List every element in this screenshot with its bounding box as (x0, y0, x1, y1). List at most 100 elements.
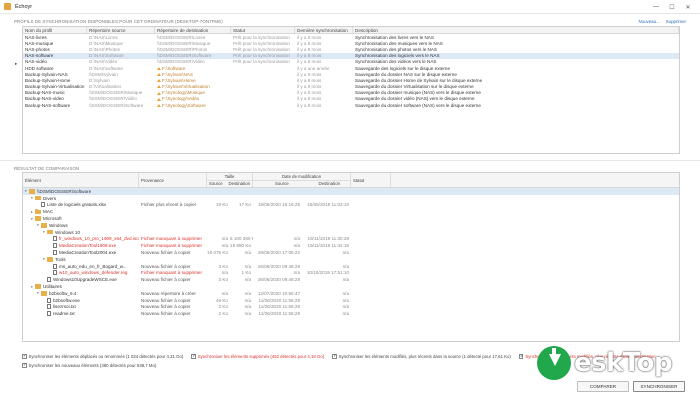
col-date[interactable]: Date de modification Source Destination (253, 173, 351, 187)
compare-element: ▸ MAC (23, 209, 139, 214)
profile-status: Prêt pour la synchronisation (233, 46, 290, 52)
profile-destination: F:\Software (155, 66, 231, 71)
profile-row[interactable]: Backup-Sylvain-Home D:\Sylvain F:\Sylvain\… (23, 77, 679, 83)
profile-row[interactable]: NAS-vidéo D:\NAS\Vidéo \\DSM\DOSSIER\Vidéo… (23, 59, 679, 65)
compare-row[interactable]: ▸ MAC (23, 208, 679, 215)
compare-size-destination: 1 Ko (241, 270, 251, 276)
profile-row[interactable]: NAS-livres D:\NAS\Livres \\DSM\DOSSIER\Liv… (23, 34, 679, 40)
checkbox-check-icon[interactable] (518, 353, 524, 359)
profile-destination-text: F:\Sylvain\NAS (162, 71, 193, 77)
file-icon (47, 297, 51, 303)
compare-row[interactable]: MediaCreationTool1909.exe Fichier manquan… (23, 242, 679, 249)
profile-last-sync: il y a 8 mois (297, 90, 322, 96)
col-profile-name[interactable]: Nom du profil (23, 27, 87, 33)
col-element[interactable]: Élément (23, 173, 139, 187)
profile-row[interactable]: NAS-software D:\NAS\Software \\DSM\DOSSIER… (23, 52, 679, 59)
checkbox-check-icon[interactable] (22, 362, 27, 368)
sync-option-checkbox[interactable]: Synchroniser les éléments modifiés, plus… (332, 353, 511, 359)
profile-description: Sauvegarde du dossier Virtualisation sur… (355, 84, 474, 90)
compare-row[interactable]: ▾ Utilitaires (23, 283, 679, 290)
profile-row[interactable]: NAS-photos D:\NAS\Photos \\DSM\DOSSIER\Pho… (23, 46, 679, 52)
compare-provenance: Nouveau fichier à copier (141, 250, 191, 256)
compare-row[interactable]: ms_auto_edu_en_fr_Bogard_w... Nouveau fic… (23, 263, 679, 270)
compare-element: MediaCreationTool1909.exe (23, 243, 139, 249)
warning-icon (157, 85, 161, 89)
compare-element-name: Windows 10 (55, 229, 81, 235)
expand-toggle-icon[interactable]: ▾ (31, 196, 34, 200)
compare-element: ▾ Microsoft (23, 216, 139, 221)
compare-row[interactable]: ▾ Windows 10 (23, 229, 679, 236)
sync-option-checkbox[interactable]: Synchroniser les éléments supprimés (452… (191, 353, 324, 359)
compare-element: Windows10UpgradeWSCE.exe (23, 277, 139, 283)
synchronize-button[interactable]: SYNCHRONISER (633, 381, 685, 392)
profile-description: Sauvegarde du dossier software (NAS) ver… (355, 102, 481, 108)
expand-toggle-icon[interactable]: ▾ (25, 189, 28, 193)
compare-button[interactable]: COMPARER (577, 381, 629, 392)
compare-row[interactable]: MediaCreationTool2004.exe Nouveau fichier… (23, 249, 679, 256)
sync-option-label: Synchroniser les nouveaux éléments (380 … (28, 363, 157, 368)
expand-toggle-icon[interactable]: ▾ (43, 257, 46, 261)
col-last-sync[interactable]: Dernière synchronisation (295, 27, 353, 33)
compare-table-header: Élément Provenance Taille Source Destina… (23, 173, 679, 188)
expand-toggle-icon[interactable]: ▾ (31, 285, 34, 289)
compare-row[interactable]: readme.txt Nouveau fichier à copier 2 Ko n/… (23, 310, 679, 317)
expand-toggle-icon[interactable]: ▾ (43, 230, 46, 234)
checkbox-check-icon[interactable] (191, 353, 196, 359)
profile-source: D:\Sylvain (89, 77, 110, 83)
close-button[interactable]: ✕ (680, 0, 696, 14)
new-profile-link[interactable]: Nouveau... (638, 19, 659, 24)
compare-element: ▾ \\DSM\DOSSIER\Software (23, 188, 139, 194)
sync-option-checkbox[interactable]: Synchroniser les nouveaux éléments (380 … (22, 362, 157, 368)
col-source[interactable]: Répertoire source (87, 27, 155, 33)
expand-toggle-icon[interactable]: ▾ (31, 217, 34, 221)
compare-element-name: \\DSM\DOSSIER\Software (37, 188, 92, 194)
compare-provenance: Fichier manquant à supprimer (141, 236, 203, 242)
compare-row[interactable]: ▾ \\DSM\DOSSIER\Software (23, 188, 679, 195)
compare-row[interactable]: ▾ b2bsoftw_9.4 Nouveau répertoire à créer n… (23, 290, 679, 297)
compare-row[interactable]: ▾ Tools (23, 256, 679, 263)
col-status-compare[interactable]: Statut (351, 173, 391, 187)
profile-row[interactable]: Backup-Sylvain-Virtualisation D:\Virtuali… (23, 84, 679, 90)
profile-row[interactable]: Backup-NAS-music \\DSM\DOSSIER\Musique F:\… (23, 90, 679, 96)
compare-provenance: Nouveau fichier à copier (141, 263, 191, 269)
compare-element-name: b2bsoftw_9.4 (49, 290, 77, 296)
compare-row[interactable]: lisezmoi.txt Nouveau fichier à copier 2 Ko… (23, 304, 679, 311)
minimize-button[interactable]: — (648, 0, 664, 14)
compare-row[interactable]: w10_auto_windows_defender.reg Fichier man… (23, 270, 679, 277)
checkbox-check-icon[interactable] (22, 353, 27, 359)
expand-toggle-icon[interactable]: ▸ (31, 210, 34, 214)
col-provenance[interactable]: Provenance (139, 173, 207, 187)
col-description[interactable]: Description (353, 27, 679, 33)
compare-row[interactable]: fr_windows_10_pro_1909_x64_dvd.iso Fichie… (23, 236, 679, 243)
compare-row[interactable]: Windows10UpgradeWSCE.exe Nouveau fichier … (23, 276, 679, 283)
compare-element: b2bsoftw.exe (23, 297, 139, 303)
col-provenance-label: Provenance (141, 178, 164, 183)
compare-row[interactable]: ▾ Windows (23, 222, 679, 229)
col-destination[interactable]: Répertoire de destination (155, 27, 231, 33)
delete-profile-link[interactable]: Supprimer (666, 19, 686, 24)
profile-destination-text: F:\Software (162, 65, 186, 71)
compare-row[interactable]: Liste de logiciels gratuits.xlsx Fichier … (23, 202, 679, 209)
compare-size-destination: n/a (244, 263, 251, 269)
profile-row[interactable]: Backup-NAS-video \\DSM\DOSSIER\Vidéo F:\Sy… (23, 96, 679, 102)
sync-option-checkbox[interactable]: Synchroniser les éléments déplacés ou re… (22, 353, 183, 359)
expand-toggle-icon[interactable]: ▾ (37, 291, 40, 295)
col-size[interactable]: Taille Source Destination (207, 173, 253, 187)
col-spacer (391, 173, 679, 187)
expand-toggle-icon[interactable]: ▾ (37, 223, 40, 227)
profiles-table: Nom du profil Répertoire source Répertoi… (22, 26, 680, 154)
compare-row[interactable]: ▾ Microsoft (23, 215, 679, 222)
profile-source: D:\NAS\software (89, 65, 123, 71)
checkbox-check-icon[interactable] (332, 353, 337, 359)
maximize-button[interactable]: ☐ (664, 0, 680, 14)
profile-row[interactable]: Backup-Sylvain-NAS \\DSM\Sylvain F:\Sylvai… (23, 71, 679, 77)
selected-row-arrow-icon: ▸ (15, 61, 18, 66)
compare-row[interactable]: ▾ Divers (23, 195, 679, 202)
col-status[interactable]: Statut (231, 27, 295, 33)
profile-row[interactable]: NAS-musique D:\NAS\Musique \\DSM\DOSSIER\M… (23, 40, 679, 46)
panel-splitter[interactable] (0, 160, 700, 161)
compare-element-name: MAC (43, 209, 54, 215)
profile-row[interactable]: HDD software D:\NAS\software F:\Software il… (23, 65, 679, 71)
compare-row[interactable]: b2bsoftw.exe Nouveau fichier à copier 49 K… (23, 297, 679, 304)
profile-row[interactable]: Backup-NAS-software \\DSM\DOSSIER\Softwar… (23, 102, 679, 108)
